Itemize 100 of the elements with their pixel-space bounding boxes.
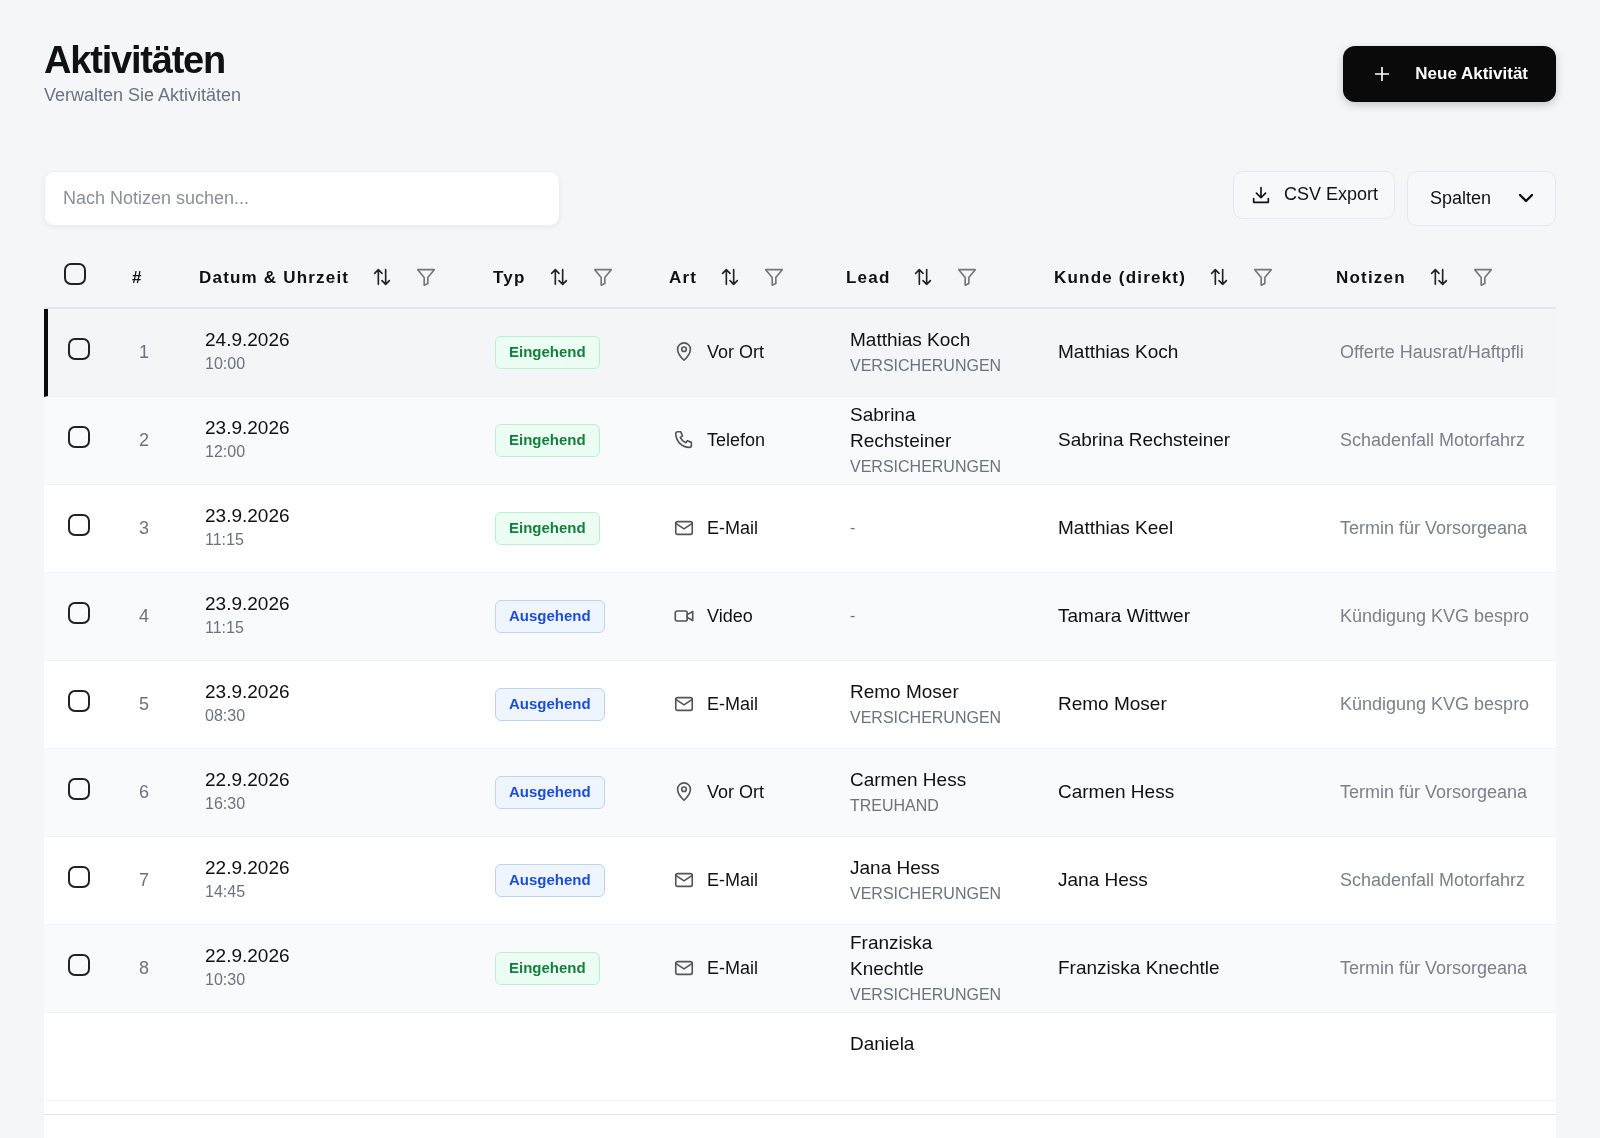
page-title: Aktivitäten [44,40,227,82]
row-number: 3 [138,517,149,538]
contact-type: E-Mail [707,868,758,892]
row-checkbox[interactable] [68,337,90,360]
row-checkbox[interactable] [68,425,90,448]
columns-button[interactable]: Spalten [1406,170,1556,226]
contact-type: Telefon [707,428,766,452]
notes-text: Kündigung KVG bespro [1340,693,1530,714]
filter-icon [763,266,786,289]
date-text: 23.9.2026 [205,416,291,440]
search-field[interactable]: Nach Notizen suchen... [44,170,560,226]
lead-name: Franziska Knechtle [850,930,934,982]
column-header[interactable]: Lead [846,264,891,291]
direction-badge: Ausgehend [495,776,605,809]
contact-type: Vor Ort [707,340,764,364]
filter-icon [1252,266,1275,289]
date-text: 22.9.2026 [205,856,291,880]
filter-icon [956,266,979,289]
row-checkbox[interactable] [68,953,90,976]
notes-text: Termin für Vorsorgeana [1340,781,1528,802]
time-text: 16:30 [205,793,247,814]
csv-export-button[interactable]: CSV Export [1232,170,1395,219]
date-text: 23.9.2026 [205,680,291,704]
lead-company: VERSICHERUNGEN [850,707,1003,728]
customer-name: Jana Hess [1058,869,1148,890]
direction-badge: Eingehend [495,336,600,369]
direction-badge: Ausgehend [495,600,605,633]
customer-name: Sabrina Rechsteiner [1058,429,1231,450]
column-header[interactable]: Notizen [1336,264,1406,291]
customer-name: Remo Moser [1058,693,1167,714]
lead-company: VERSICHERUNGEN [850,355,1003,376]
lead-name: Daniela [850,1031,916,1056]
customer-name: Tamara Wittwer [1058,605,1190,626]
column-header[interactable]: Art [669,264,698,291]
contact-type: E-Mail [707,692,758,716]
direction-badge: Eingehend [495,512,600,545]
time-text: 10:30 [205,969,247,990]
column-header[interactable]: Datum & Uhrzeit [199,264,350,291]
filter-icon [591,266,614,289]
row-checkbox[interactable] [68,865,90,888]
contact-type: E-Mail [707,956,758,980]
lead-company: VERSICHERUNGEN [850,883,1003,904]
lead-name: Jana Hess [850,856,941,880]
column-header[interactable]: # [132,264,143,291]
time-text: 08:30 [205,705,247,726]
date-text: 22.9.2026 [205,768,291,792]
customer-name: Carmen Hess [1058,781,1175,802]
row-number: 4 [138,605,149,626]
row-number: 2 [138,429,149,450]
row-checkbox[interactable] [68,601,90,624]
column-header[interactable]: Typ [493,264,526,291]
chevron-down-icon [1519,194,1533,203]
lead-name: Matthias Koch [850,328,972,352]
date-text: 23.9.2026 [205,592,291,616]
customer-name: Franziska Knechtle [1058,957,1220,978]
row-number: 1 [138,341,149,362]
date-text: 24.9.2026 [205,328,291,352]
lead-company: VERSICHERUNGEN [850,456,1003,477]
row-checkbox[interactable] [68,513,90,536]
time-text: 14:45 [205,881,247,902]
customer-name: Matthias Koch [1058,341,1179,362]
direction-badge: Eingehend [495,424,600,457]
lead-company: TREUHAND [850,795,940,816]
row-number: 5 [138,693,149,714]
notes-text: Termin für Vorsorgeana [1340,517,1528,538]
row-checkbox[interactable] [68,777,90,800]
lead-name: - [850,518,857,539]
contact-type: Vor Ort [707,780,764,804]
date-text: 22.9.2026 [205,944,291,968]
date-text: 23.9.2026 [205,504,291,528]
lead-name: Sabrina Rechsteiner [850,402,953,454]
direction-badge: Ausgehend [495,688,605,721]
notes-text: Schadenfall Motorfahrz [1340,869,1526,890]
notes-text: Offerte Hausrat/Haftpfli [1340,341,1524,362]
lead-company: VERSICHERUNGEN [850,984,1003,1005]
row-number: 8 [138,957,149,978]
new-activity-button[interactable]: Neue Aktivität [1343,46,1556,102]
contact-type: Video [707,604,753,628]
notes-text: Termin für Vorsorgeana [1340,957,1528,978]
time-text: 11:15 [205,617,245,638]
direction-badge: Eingehend [495,952,600,985]
column-header[interactable]: Kunde (direkt) [1054,264,1187,291]
notes-text: Schadenfall Motorfahrz [1340,429,1526,450]
filter-icon [1471,266,1494,289]
row-number: 7 [138,869,149,890]
row-checkbox[interactable] [68,689,90,712]
notes-text: Kündigung KVG bespro [1340,605,1530,626]
contact-type: E-Mail [707,516,758,540]
time-text: 10:00 [205,353,247,374]
row-number: 6 [138,781,149,802]
filter-icon [415,266,438,289]
time-text: 11:15 [205,529,245,550]
lead-name: Remo Moser [850,680,960,704]
lead-name: Carmen Hess [850,768,968,792]
direction-badge: Ausgehend [495,864,605,897]
select-all-checkbox[interactable] [64,262,86,285]
time-text: 12:00 [205,441,247,462]
page-subtitle: Verwalten Sie Aktivitäten [44,83,242,107]
lead-name: - [850,606,857,627]
customer-name: Matthias Keel [1058,517,1174,538]
